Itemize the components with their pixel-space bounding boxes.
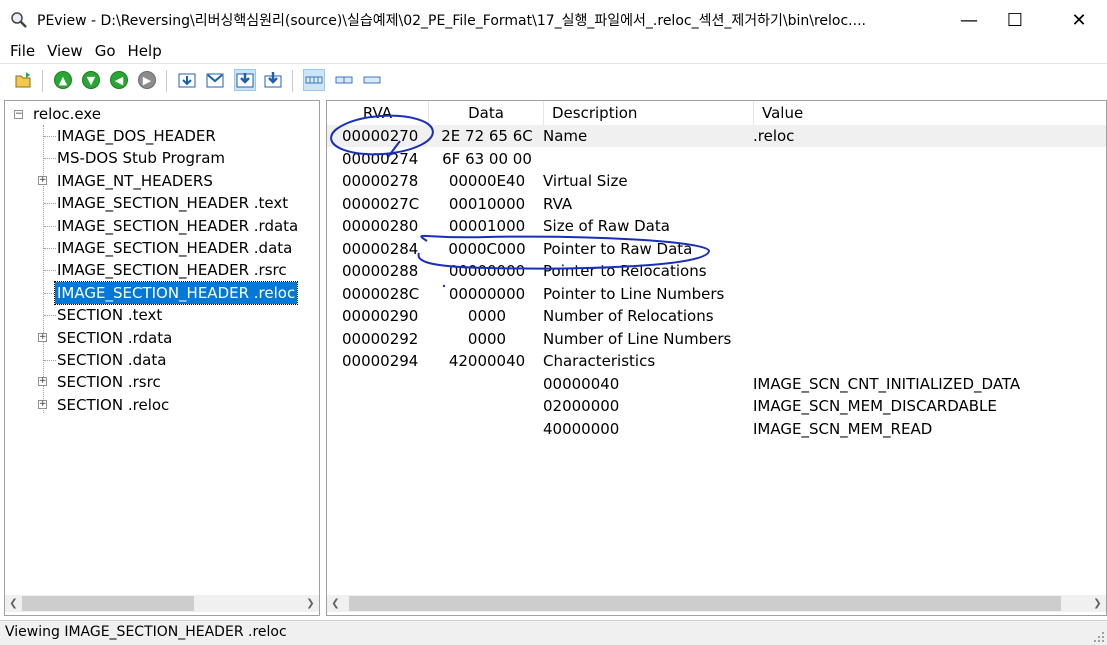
toolbar-separator <box>42 70 43 92</box>
open-file-icon[interactable] <box>13 69 35 91</box>
status-bar: Viewing IMAGE_SECTION_HEADER .reloc <box>0 620 1107 645</box>
scrollbar-thumb[interactable] <box>22 596 194 611</box>
tree-item[interactable]: IMAGE_NT_HEADERS <box>57 170 213 192</box>
tree-guide-line <box>44 270 56 272</box>
tree-item[interactable]: SECTION .text <box>57 304 162 326</box>
scroll-right-icon[interactable]: ❯ <box>302 595 319 612</box>
tree-view[interactable]: − reloc.exe IMAGE_DOS_HEADER MS-DOS Stub … <box>4 100 320 616</box>
tree-item[interactable]: IMAGE_SECTION_HEADER .data <box>57 237 292 259</box>
maximize-button[interactable]: ☐ <box>992 0 1038 40</box>
detail-list[interactable]: RVA Data Description Value 00000270 2E 72… <box>326 100 1107 616</box>
tree-guide-line <box>43 125 44 413</box>
tree-item[interactable]: SECTION .rdata <box>57 327 172 349</box>
menu-bar: File View Go Help <box>0 40 1107 62</box>
expand-icon[interactable]: + <box>38 377 47 387</box>
tree-item[interactable]: IMAGE_DOS_HEADER <box>57 125 216 147</box>
layout-wide-icon[interactable] <box>303 69 325 91</box>
tree-item[interactable]: IMAGE_SECTION_HEADER .text <box>57 192 288 214</box>
go-up-icon[interactable]: ▲ <box>52 69 74 91</box>
expand-icon[interactable]: + <box>38 399 47 409</box>
scroll-left-icon[interactable]: ❮ <box>5 595 22 612</box>
collapse-icon[interactable]: − <box>14 110 23 119</box>
scroll-left-icon[interactable]: ❮ <box>327 595 344 612</box>
menu-file[interactable]: File <box>4 42 41 60</box>
go-forward-icon[interactable]: ▶ <box>136 69 158 91</box>
left-horizontal-scrollbar[interactable]: ❮ ❯ <box>5 595 319 612</box>
status-text: Viewing IMAGE_SECTION_HEADER .reloc <box>5 624 287 640</box>
magnifier-icon <box>11 12 27 28</box>
view-2-icon[interactable] <box>204 69 226 91</box>
view-4-icon[interactable] <box>262 69 284 91</box>
view-1-icon[interactable] <box>176 69 198 91</box>
go-back-icon[interactable]: ◀ <box>108 69 130 91</box>
resize-grip-icon[interactable] <box>1093 631 1105 643</box>
scrollbar-thumb[interactable] <box>349 596 1061 611</box>
right-horizontal-scrollbar[interactable]: ❮ ❯ <box>327 595 1106 612</box>
tree-item[interactable]: MS-DOS Stub Program <box>57 147 225 169</box>
expand-icon[interactable]: + <box>38 332 47 342</box>
window-title: PEview - D:\Reversing\리버싱핵심원리(source)\실습… <box>37 13 866 29</box>
tree-item[interactable]: SECTION .reloc <box>57 394 169 416</box>
go-down-icon[interactable]: ▼ <box>80 69 102 91</box>
view-3-icon[interactable] <box>234 69 256 91</box>
tree-guide-line <box>44 248 56 249</box>
tree-guide-line <box>44 225 56 227</box>
toolbar-separator <box>166 70 167 92</box>
tree-guide-line <box>44 158 56 160</box>
tree-item[interactable]: IMAGE_SECTION_HEADER .rdata <box>57 215 298 237</box>
menu-view[interactable]: View <box>41 42 89 60</box>
menu-help[interactable]: Help <box>122 42 168 60</box>
tree-root[interactable]: reloc.exe <box>33 103 101 125</box>
tree-guide-line <box>44 136 56 137</box>
tree-guide-line <box>44 360 56 361</box>
tree-item[interactable]: SECTION .rsrc <box>57 371 161 393</box>
tree-item[interactable]: IMAGE_SECTION_HEADER .rsrc <box>57 259 287 281</box>
toolbar: ▲ ▼ ◀ ▶ <box>0 63 1107 97</box>
layout-narrow-icon[interactable] <box>361 69 383 91</box>
tree-guide-line <box>44 203 56 205</box>
scroll-right-icon[interactable]: ❯ <box>1089 595 1106 612</box>
expand-icon[interactable]: + <box>38 175 47 185</box>
menu-go[interactable]: Go <box>89 42 122 60</box>
minimize-button[interactable]: — <box>946 0 992 40</box>
close-button[interactable]: ✕ <box>1056 0 1102 40</box>
title-bar: PEview - D:\Reversing\리버싱핵심원리(source)\실습… <box>0 0 1107 40</box>
handwritten-annotations <box>330 114 711 288</box>
tree-item[interactable]: SECTION .data <box>57 349 166 371</box>
layout-medium-icon[interactable] <box>333 69 355 91</box>
toolbar-separator <box>292 70 293 92</box>
tree-item[interactable]: IMAGE_SECTION_HEADER .reloc <box>53 280 299 305</box>
tree-guide-line <box>44 315 56 317</box>
